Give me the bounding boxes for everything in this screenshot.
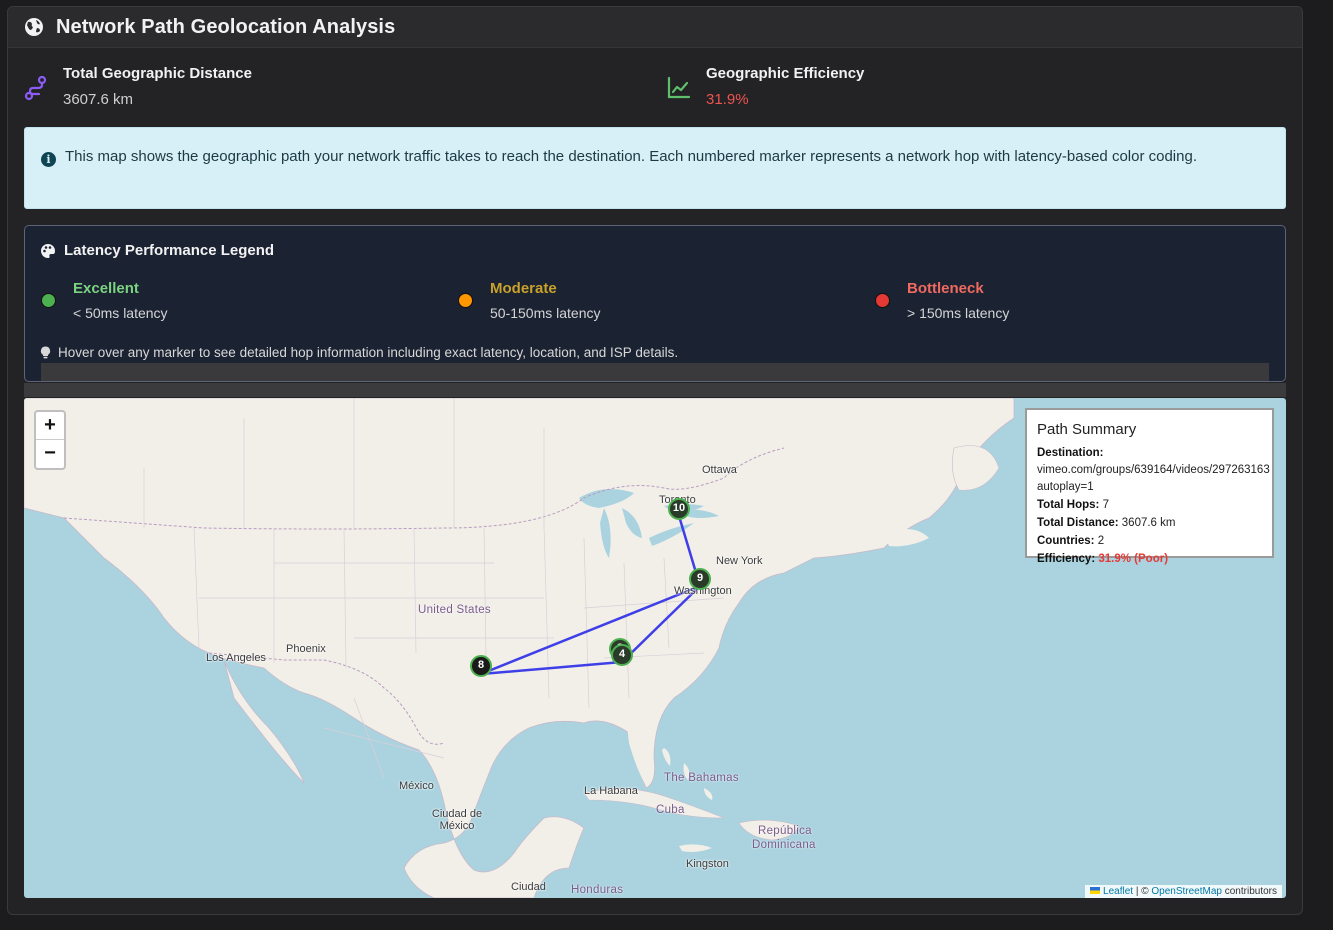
page-title: Network Path Geolocation Analysis [56, 15, 396, 38]
chart-line-icon [667, 76, 691, 99]
card-header: Network Path Geolocation Analysis [8, 7, 1302, 48]
divider [24, 383, 1286, 397]
legend-tip: Hover over any marker to see detailed ho… [40, 345, 678, 360]
leaflet-link[interactable]: Leaflet [1103, 886, 1133, 897]
efficiency-label: Efficiency: [1037, 553, 1096, 565]
distance-value: 3607.6 km [1121, 517, 1176, 529]
legend-name: Moderate [490, 280, 557, 297]
hops-label: Total Hops: [1037, 499, 1100, 511]
legend-desc: < 50ms latency [73, 305, 168, 321]
moderate-dot [458, 293, 473, 308]
countries-label: Countries: [1037, 535, 1095, 547]
city-label: México [399, 780, 434, 792]
zoom-control: + − [34, 410, 66, 470]
legend-item-excellent: Excellent < 50ms latency [41, 280, 168, 322]
country-label: United States [418, 604, 491, 616]
countries-value: 2 [1097, 535, 1105, 547]
lightbulb-icon [40, 346, 51, 359]
legend-item-bottleneck: Bottleneck > 150ms latency [875, 280, 1009, 322]
route-icon [24, 75, 47, 101]
country-label: Honduras [571, 884, 624, 896]
city-label: Ciudad de México [431, 808, 483, 832]
hops-value: 7 [1102, 499, 1110, 511]
legend-scrollbar[interactable] [41, 363, 1269, 381]
ukraine-flag-icon [1090, 887, 1101, 894]
distance-stat: Total Geographic Distance 3607.6 km [23, 65, 252, 109]
legend-desc: > 150ms latency [907, 305, 1010, 321]
destination-value: vimeo.com/groups/639164/videos/297263163 [1037, 464, 1270, 476]
city-label: La Habana [584, 785, 638, 797]
efficiency-stat: Geographic Efficiency 31.9% [666, 65, 864, 109]
legend-item-moderate: Moderate 50-150ms latency [458, 280, 601, 322]
legend-desc: 50-150ms latency [490, 305, 601, 321]
info-alert: i This map shows the geographic path your… [24, 127, 1286, 209]
distance-label: Total Distance: [1037, 517, 1119, 529]
excellent-dot [41, 293, 56, 308]
country-label: Dominicana [752, 839, 816, 851]
city-label: Los Angeles [206, 652, 266, 664]
path-summary-panel: Path Summary Destination: vimeo.com/grou… [1025, 408, 1274, 565]
geolocation-card: Network Path Geolocation Analysis Total … [7, 6, 1303, 915]
city-label: Kingston [686, 858, 729, 870]
country-label: The Bahamas [664, 772, 739, 784]
hop-marker[interactable]: 4 [611, 644, 633, 666]
bottleneck-dot [875, 293, 890, 308]
legend-name: Bottleneck [907, 280, 984, 297]
distance-value: 3607.6 km [63, 91, 134, 108]
legend-name: Excellent [73, 280, 139, 297]
city-label: Ottawa [702, 464, 737, 476]
summary-title: Path Summary [1037, 421, 1137, 438]
attribution-tail: contributors [1224, 886, 1277, 897]
info-text: This map shows the geographic path your … [65, 148, 1197, 165]
tip-text: Hover over any marker to see detailed ho… [58, 345, 679, 360]
hop-marker[interactable]: 9 [689, 568, 711, 590]
efficiency-label: Geographic Efficiency [706, 65, 865, 82]
country-label: República [758, 825, 812, 837]
osm-link[interactable]: OpenStreetMap [1151, 886, 1222, 897]
latency-legend: Latency Performance Legend Excellent < 5… [24, 225, 1286, 382]
efficiency-value: 31.9% (Poor) [1098, 553, 1169, 565]
info-icon: i [41, 152, 56, 167]
legend-header: Latency Performance Legend [40, 242, 274, 259]
city-label: Ciudad [511, 881, 546, 893]
destination-label: Destination: [1037, 447, 1104, 459]
legend-title: Latency Performance Legend [64, 242, 275, 259]
hop-marker[interactable]: 8 [470, 655, 492, 677]
attribution-sep: | © [1135, 886, 1149, 897]
map-attribution: Leaflet | © OpenStreetMap contributors [1085, 885, 1282, 898]
zoom-in-button[interactable]: + [36, 412, 64, 440]
zoom-out-button[interactable]: − [36, 440, 64, 468]
palette-icon [41, 243, 55, 258]
globe-icon [25, 18, 43, 36]
hop-marker[interactable]: 10 [668, 498, 690, 520]
efficiency-value: 31.9% [706, 91, 749, 108]
country-label: Cuba [656, 804, 685, 816]
distance-label: Total Geographic Distance [63, 65, 252, 82]
city-label: Phoenix [286, 643, 326, 655]
map-container[interactable]: Ottawa Toronto New York Washington Phoen… [24, 398, 1286, 898]
city-label: New York [716, 555, 763, 567]
destination-value-cont: autoplay=1 [1037, 481, 1094, 493]
